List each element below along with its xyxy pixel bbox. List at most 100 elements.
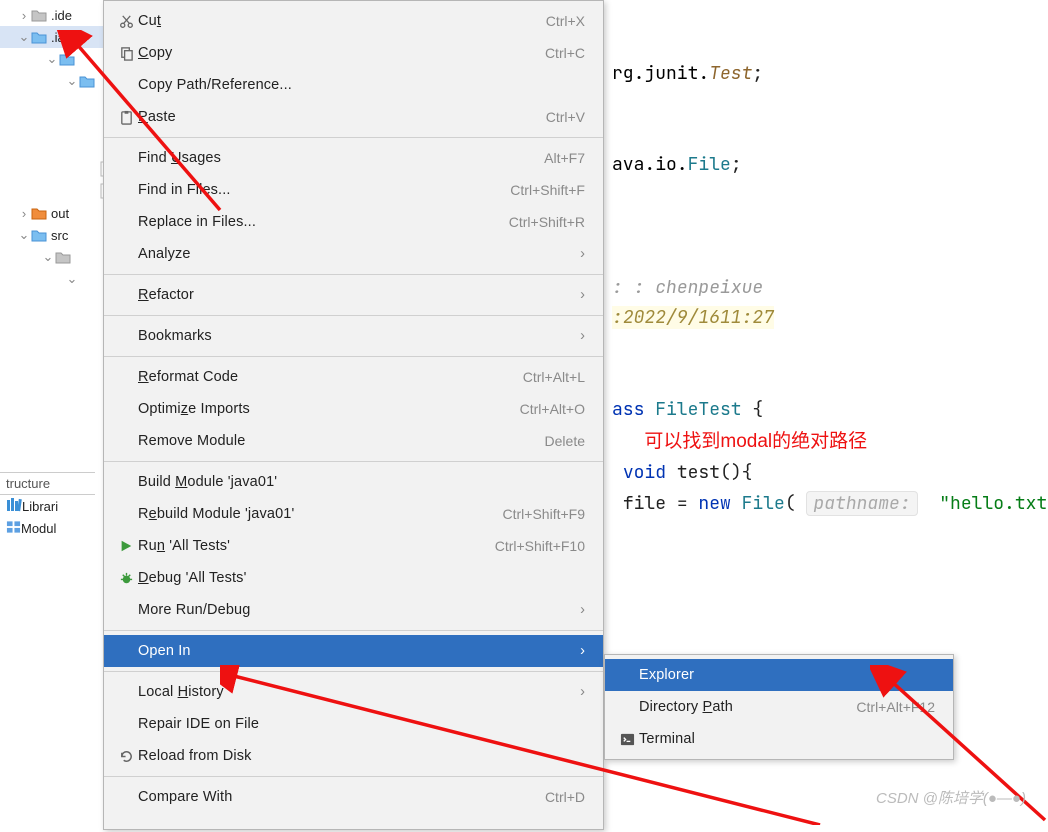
expand-arrow-icon[interactable]: ⌄ xyxy=(42,249,54,265)
expand-arrow-icon[interactable]: ⌄ xyxy=(66,73,78,89)
menu-label: Replace in Files... xyxy=(138,214,509,230)
shortcut-hint: Delete xyxy=(545,433,585,449)
folder-icon xyxy=(58,51,76,67)
paste-icon xyxy=(114,110,138,125)
menu-item[interactable]: Rebuild Module 'java01'Ctrl+Shift+F9 xyxy=(104,498,603,530)
menu-item[interactable]: CopyCtrl+C xyxy=(104,37,603,69)
menu-separator xyxy=(104,671,603,672)
menu-item[interactable]: Reload from Disk xyxy=(104,740,603,772)
libraries-icon xyxy=(6,498,22,515)
menu-item[interactable]: Remove ModuleDelete xyxy=(104,425,603,457)
tree-label: .ide xyxy=(51,8,72,23)
shortcut-hint: Ctrl+D xyxy=(545,789,585,805)
open-in-submenu[interactable]: Explorer Directory PathCtrl+Alt+F12 Termin… xyxy=(604,654,954,760)
menu-item[interactable]: Copy Path/Reference... xyxy=(104,69,603,101)
menu-item[interactable]: Analyze› xyxy=(104,238,603,270)
run-icon xyxy=(114,539,138,553)
menu-item[interactable]: Repair IDE on File xyxy=(104,708,603,740)
menu-label: Build Module 'java01' xyxy=(138,474,585,490)
menu-label: Terminal xyxy=(639,731,935,747)
menu-item[interactable]: Open In› xyxy=(104,635,603,667)
folder-icon xyxy=(30,205,48,221)
shortcut-hint: Ctrl+Alt+O xyxy=(520,401,585,417)
menu-label: Compare With xyxy=(138,789,545,805)
code-editor[interactable]: rg.junit.Test; ava.io.File; : : chenpeix… xyxy=(604,0,1048,547)
menu-label: Optimize Imports xyxy=(138,401,520,417)
menu-item[interactable]: Find in Files...Ctrl+Shift+F xyxy=(104,174,603,206)
structure-row[interactable]: Librari xyxy=(0,495,95,517)
context-menu[interactable]: CutCtrl+XCopyCtrl+CCopy Path/Reference..… xyxy=(103,0,604,830)
shortcut-hint: Alt+F7 xyxy=(544,150,585,166)
menu-item[interactable]: Local History› xyxy=(104,676,603,708)
submenu-arrow-icon: › xyxy=(571,246,585,262)
expand-arrow-icon[interactable]: › xyxy=(18,206,30,221)
menu-label: Find Usages xyxy=(138,150,544,166)
menu-item[interactable]: Replace in Files...Ctrl+Shift+R xyxy=(104,206,603,238)
annotation-text: 可以找到modal的绝对路径 xyxy=(644,431,867,452)
menu-separator xyxy=(104,461,603,462)
menu-item[interactable]: Optimize ImportsCtrl+Alt+O xyxy=(104,393,603,425)
folder-icon xyxy=(78,73,96,89)
menu-item[interactable]: Reformat CodeCtrl+Alt+L xyxy=(104,361,603,393)
menu-item[interactable]: Refactor› xyxy=(104,279,603,311)
menu-label: Reload from Disk xyxy=(138,748,585,764)
shortcut-hint: Ctrl+Shift+F xyxy=(510,182,585,198)
submenu-arrow-icon: › xyxy=(571,287,585,303)
submenu-arrow-icon: › xyxy=(571,684,585,700)
expand-arrow-icon[interactable]: ⌄ xyxy=(18,227,30,243)
menu-separator xyxy=(104,274,603,275)
modules-icon xyxy=(6,520,21,537)
menu-item[interactable]: Build Module 'java01' xyxy=(104,466,603,498)
menu-item[interactable]: Bookmarks› xyxy=(104,320,603,352)
structure-panel: tructure LibrariModul xyxy=(0,472,95,539)
menu-label: Cut xyxy=(138,13,546,29)
menu-label: Bookmarks xyxy=(138,328,571,344)
menu-label: Debug 'All Tests' xyxy=(138,570,585,586)
menu-item[interactable]: Debug 'All Tests' xyxy=(104,562,603,594)
menu-item[interactable]: CutCtrl+X xyxy=(104,5,603,37)
menu-item[interactable]: Terminal xyxy=(605,723,953,755)
menu-separator xyxy=(104,137,603,138)
folder-icon xyxy=(54,249,72,265)
shortcut-hint: Ctrl+Alt+F12 xyxy=(856,699,935,715)
expand-arrow-icon[interactable]: ⌄ xyxy=(66,271,78,287)
menu-item[interactable]: Compare WithCtrl+D xyxy=(104,781,603,813)
folder-icon xyxy=(30,7,48,23)
shortcut-hint: Ctrl+V xyxy=(546,109,585,125)
pkg-text: rg.junit. xyxy=(612,62,709,85)
menu-label: Open In xyxy=(138,643,571,659)
menu-label: Paste xyxy=(138,109,546,125)
menu-label: Copy Path/Reference... xyxy=(138,77,585,93)
menu-label: Copy xyxy=(138,45,545,61)
menu-separator xyxy=(104,630,603,631)
menu-separator xyxy=(104,356,603,357)
menu-label: Rebuild Module 'java01' xyxy=(138,506,503,522)
menu-item[interactable]: More Run/Debug› xyxy=(104,594,603,626)
class-ref: Test xyxy=(709,62,752,85)
folder-icon xyxy=(30,29,48,45)
menu-label: Repair IDE on File xyxy=(138,716,585,732)
tree-label: src xyxy=(51,228,68,243)
expand-arrow-icon[interactable]: ⌄ xyxy=(46,51,58,67)
menu-item[interactable]: Directory PathCtrl+Alt+F12 xyxy=(605,691,953,723)
structure-row[interactable]: Modul xyxy=(0,517,95,539)
menu-label: Analyze xyxy=(138,246,571,262)
menu-label: Reformat Code xyxy=(138,369,523,385)
menu-label: Explorer xyxy=(639,667,935,683)
expand-arrow-icon[interactable]: › xyxy=(18,8,30,23)
menu-item[interactable]: Run 'All Tests'Ctrl+Shift+F10 xyxy=(104,530,603,562)
expand-arrow-icon[interactable]: ⌄ xyxy=(18,29,30,45)
menu-item[interactable]: PasteCtrl+V xyxy=(104,101,603,133)
comment-date: 2022/9/1611:27 xyxy=(623,306,774,329)
terminal-icon xyxy=(615,732,639,747)
menu-label: Run 'All Tests' xyxy=(138,538,495,554)
cut-icon xyxy=(114,14,138,29)
menu-label: Local History xyxy=(138,684,571,700)
menu-label: Find in Files... xyxy=(138,182,510,198)
menu-item[interactable]: Explorer xyxy=(605,659,953,691)
submenu-arrow-icon: › xyxy=(571,602,585,618)
shortcut-hint: Ctrl+C xyxy=(545,45,585,61)
menu-separator xyxy=(104,315,603,316)
submenu-arrow-icon: › xyxy=(571,328,585,344)
menu-item[interactable]: Find UsagesAlt+F7 xyxy=(104,142,603,174)
